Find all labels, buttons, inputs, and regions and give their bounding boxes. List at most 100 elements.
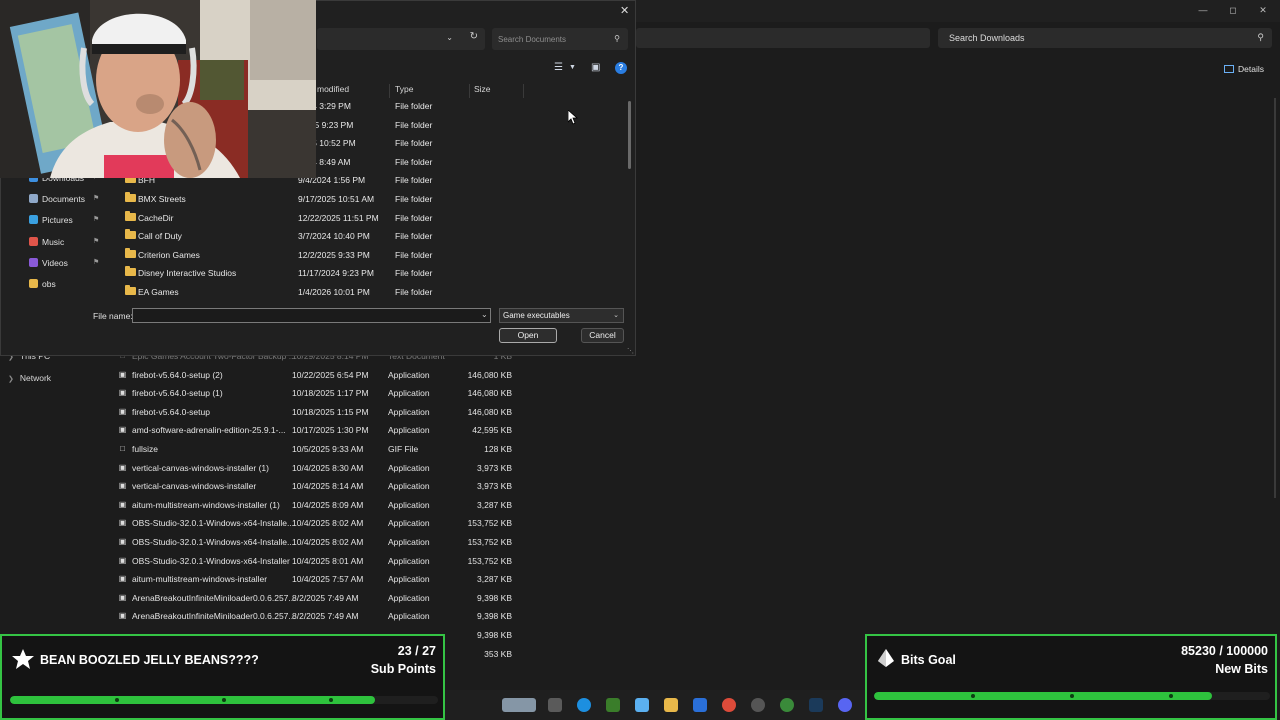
pin-icon: ⚑ xyxy=(93,237,100,245)
folder-row[interactable]: EA Games 1/4/2026 10:01 PM File folder xyxy=(119,283,519,301)
file-type-select[interactable]: Game executables ⌄ xyxy=(499,308,624,323)
folder-row[interactable]: CacheDir 12/22/2025 11:51 PM File folder xyxy=(119,209,519,227)
folder-name: Criterion Games xyxy=(138,249,200,260)
discord-icon[interactable] xyxy=(838,698,852,712)
file-row[interactable]: ▣ aitum-multistream-windows-installer (1)… xyxy=(114,496,534,514)
file-row[interactable]: □ fullsize 10/5/2025 9:33 AM GIF File 128 KB xyxy=(114,440,534,458)
scrollbar[interactable] xyxy=(1274,98,1276,498)
file-explorer-icon[interactable] xyxy=(664,698,678,712)
details-button[interactable]: Details xyxy=(1224,64,1264,74)
search-placeholder: Search Downloads xyxy=(949,33,1025,43)
nav-label: Videos xyxy=(42,257,68,268)
file-name: aitum-multistream-windows-installer xyxy=(132,574,268,585)
file-row[interactable]: ▣ firebot-v5.64.0-setup (1) 10/18/2025 1:1… xyxy=(114,384,534,402)
file-row[interactable]: ▣ ArenaBreakoutInfiniteMiniloader0.0.6.25… xyxy=(114,607,534,625)
file-row[interactable]: ▣ OBS-Studio-32.0.1-Windows-x64-Installer… xyxy=(114,552,534,570)
column-modified[interactable]: modified xyxy=(317,84,349,94)
column-divider[interactable] xyxy=(469,84,470,98)
file-row[interactable]: ▣ ArenaBreakoutInfiniteMiniloader0.0.6.25… xyxy=(114,589,534,607)
resize-grip-icon[interactable]: ⋱ xyxy=(627,347,634,355)
documents-icon xyxy=(29,194,38,204)
minimize-icon[interactable]: — xyxy=(1196,4,1210,16)
chevron-down-icon[interactable]: ⌄ xyxy=(481,310,488,319)
file-date: 10/4/2025 8:01 AM xyxy=(292,555,364,566)
file-size: 146,080 KB xyxy=(467,388,512,399)
column-size[interactable]: Size xyxy=(474,84,491,94)
cancel-button[interactable]: Cancel xyxy=(581,328,624,343)
nav-item-pictures[interactable]: Pictures ⚑ xyxy=(29,215,99,226)
scrollbar[interactable] xyxy=(628,101,631,169)
file-name: firebot-v5.64.0-setup xyxy=(132,406,210,417)
sub-goal-widget: BEAN BOOZLED JELLY BEANS???? 23 / 27 Sub… xyxy=(0,634,445,720)
task-view-icon[interactable] xyxy=(548,698,562,712)
address-bar[interactable]: ⌄ ↻ xyxy=(317,28,485,50)
steam-icon[interactable] xyxy=(809,698,823,712)
app-icon[interactable] xyxy=(751,698,765,712)
widgets-icon[interactable] xyxy=(502,698,536,712)
store-icon[interactable] xyxy=(693,698,707,712)
nav-item-videos[interactable]: Videos ⚑ xyxy=(29,257,99,268)
file-row[interactable]: ▣ vertical-canvas-windows-installer 10/4/2… xyxy=(114,477,534,495)
chevron-down-icon: ⌄ xyxy=(613,312,619,319)
nav-item-music[interactable]: Music ⚑ xyxy=(29,236,99,247)
nav-item-network[interactable]: ❯ Network xyxy=(8,373,51,383)
app-icon[interactable] xyxy=(606,698,620,712)
file-row[interactable]: ▣ aitum-multistream-windows-installer 10/4… xyxy=(114,570,534,588)
goal-progress-track xyxy=(874,692,1270,700)
address-bar[interactable] xyxy=(636,28,930,48)
progress-tick xyxy=(329,698,333,702)
folder-icon xyxy=(125,229,136,240)
view-menu-icon[interactable]: ☰ xyxy=(554,62,563,73)
close-icon[interactable]: ✕ xyxy=(620,4,629,17)
goal-progress-track xyxy=(10,696,438,704)
nav-item-obs[interactable]: obs xyxy=(29,279,56,289)
search-input[interactable]: Search Documents ⚲ xyxy=(492,28,628,50)
maximize-icon[interactable]: ◻ xyxy=(1226,4,1240,16)
xbox-icon[interactable] xyxy=(780,698,794,712)
folder-type: File folder xyxy=(395,231,433,242)
file-row[interactable]: ▣ OBS-Studio-32.0.1-Windows-x64-Installe.… xyxy=(114,533,534,551)
column-type[interactable]: Type xyxy=(395,84,413,94)
chevron-down-icon[interactable]: ▼ xyxy=(569,64,576,71)
folder-row[interactable]: Disney Interactive Studios 11/17/2024 9:2… xyxy=(119,264,519,282)
file-row[interactable]: ▣ amd-software-adrenalin-edition-25.9.1-.… xyxy=(114,421,534,439)
search-input[interactable]: Search Downloads ⚲ xyxy=(938,28,1272,48)
file-size: 3,287 KB xyxy=(477,499,512,510)
file-row[interactable]: ▣ OBS-Studio-32.0.1-Windows-x64-Installe.… xyxy=(114,514,534,532)
column-divider[interactable] xyxy=(523,84,524,98)
progress-tick xyxy=(222,698,226,702)
file-name-input[interactable] xyxy=(132,308,491,323)
application-icon: ▣ xyxy=(118,369,127,379)
preview-pane-icon[interactable]: ▣ xyxy=(591,62,600,73)
file-row[interactable]: ▣ vertical-canvas-windows-installer (1) 10… xyxy=(114,459,534,477)
open-button[interactable]: Open xyxy=(499,328,557,343)
folder-row[interactable]: BMX Streets 9/17/2025 10:51 AM File folder xyxy=(119,190,519,208)
nav-label: Pictures xyxy=(42,215,73,226)
folder-icon xyxy=(125,266,136,277)
edge-icon[interactable] xyxy=(577,698,591,712)
file-name: aitum-multistream-windows-installer (1) xyxy=(132,499,280,510)
file-type: Application xyxy=(388,555,430,566)
folder-row[interactable]: Criterion Games 12/2/2025 9:33 PM File fol… xyxy=(119,246,519,264)
file-row[interactable]: ▣ firebot-v5.64.0-setup 10/18/2025 1:15 PM… xyxy=(114,403,534,421)
details-pane-icon xyxy=(1224,65,1234,73)
file-type: Application xyxy=(388,462,430,473)
pictures-icon xyxy=(29,215,38,225)
chrome-icon[interactable] xyxy=(722,698,736,712)
file-type: Application xyxy=(388,388,430,399)
refresh-icon[interactable]: ↻ xyxy=(470,31,478,42)
copilot-icon[interactable] xyxy=(635,698,649,712)
nav-item-documents[interactable]: Documents ⚑ xyxy=(29,194,99,204)
file-date: 10/18/2025 1:15 PM xyxy=(292,406,369,417)
file-type-value: Game executables xyxy=(503,311,570,320)
close-icon[interactable]: ✕ xyxy=(1256,4,1270,16)
progress-tick xyxy=(115,698,119,702)
file-row[interactable]: ▣ firebot-v5.64.0-setup (2) 10/22/2025 6:5… xyxy=(114,366,534,384)
file-type: Application xyxy=(388,481,430,492)
help-icon[interactable]: ? xyxy=(615,62,627,74)
chevron-down-icon[interactable]: ⌄ xyxy=(446,33,453,42)
file-name: firebot-v5.64.0-setup (2) xyxy=(132,369,223,380)
column-divider[interactable] xyxy=(389,84,390,98)
folder-name: BMX Streets xyxy=(138,194,186,204)
folder-row[interactable]: Call of Duty 3/7/2024 10:40 PM File folder xyxy=(119,227,519,245)
